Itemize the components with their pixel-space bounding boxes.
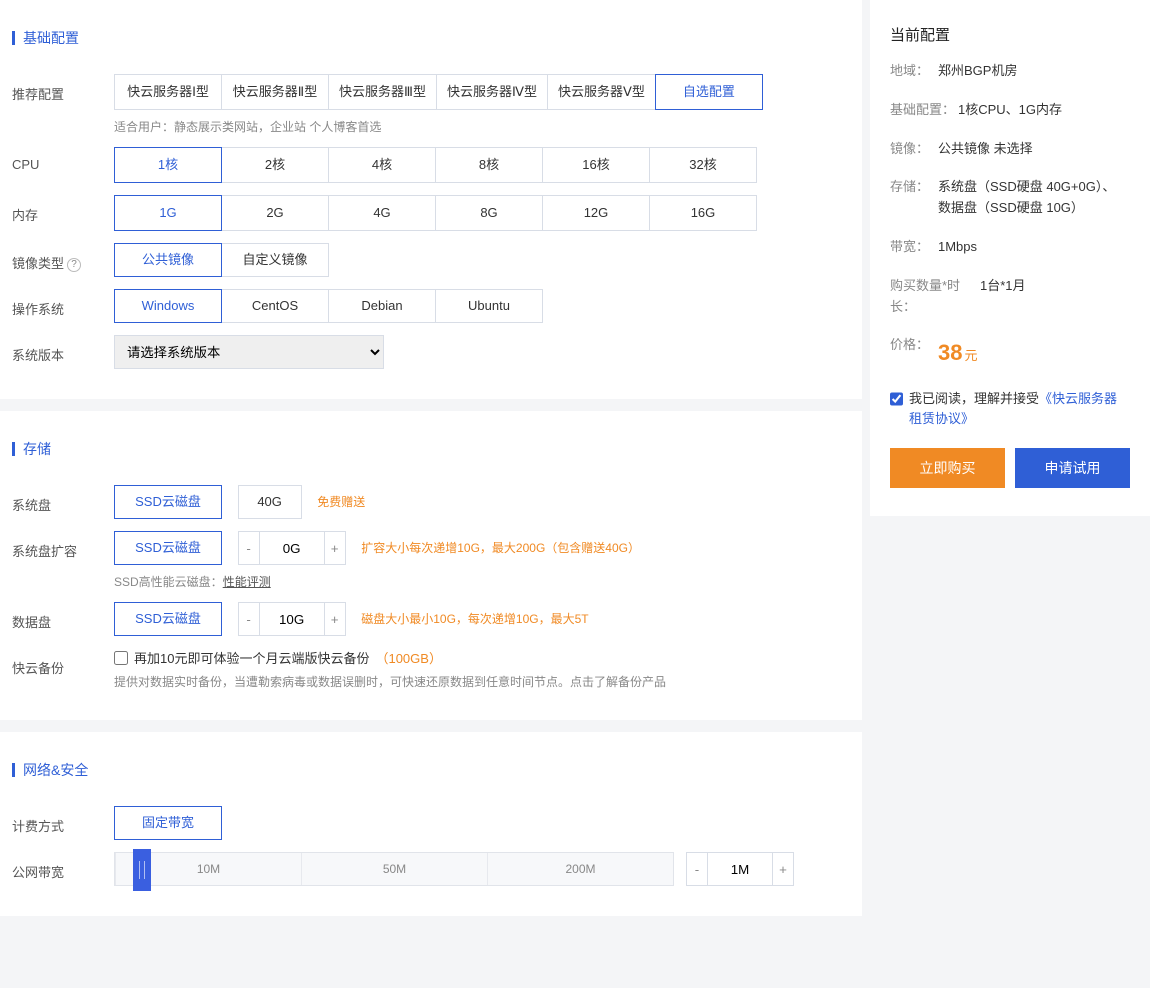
image-type-label: 镜像类型?	[12, 243, 114, 272]
cpu-32[interactable]: 32核	[649, 147, 757, 183]
summary-title: 当前配置	[890, 24, 1130, 45]
mem-options: 1G 2G 4G 8G 12G 16G	[114, 195, 850, 231]
sum-basic-v: 1核CPU、1G内存	[958, 100, 1130, 121]
sysdisk-label: 系统盘	[12, 485, 114, 514]
sum-bw-k: 带宽：	[890, 237, 938, 258]
recommended-label: 推荐配置	[12, 74, 114, 103]
recommended-opt-1[interactable]: 快云服务器Ⅰ型	[114, 74, 222, 110]
image-custom[interactable]: 自定义镜像	[221, 243, 329, 277]
image-type-options: 公共镜像 自定义镜像	[114, 243, 850, 277]
sum-price-k: 价格：	[890, 335, 938, 370]
help-icon[interactable]: ?	[67, 258, 81, 272]
mem-label: 内存	[12, 195, 114, 224]
sysdisk-note: 免费赠送	[317, 485, 365, 519]
os-centos[interactable]: CentOS	[221, 289, 329, 323]
os-options: Windows CentOS Debian Ubuntu	[114, 289, 850, 323]
recommended-hint: 适合用户：静态展示类网站，企业站 个人博客首选	[114, 118, 850, 135]
datadisk-plus[interactable]: +	[324, 602, 346, 636]
bw-minus[interactable]: -	[686, 852, 708, 886]
bw-slider[interactable]: 10M 50M 200M	[114, 852, 674, 886]
mem-16[interactable]: 16G	[649, 195, 757, 231]
recommended-opt-3[interactable]: 快云服务器Ⅲ型	[328, 74, 437, 110]
sysexp-plus[interactable]: +	[324, 531, 346, 565]
mem-1[interactable]: 1G	[114, 195, 222, 231]
sum-price: 38	[938, 340, 962, 365]
backup-tag: （100GB）	[375, 648, 441, 667]
os-label: 操作系统	[12, 289, 114, 318]
billing-label: 计费方式	[12, 806, 114, 835]
agree-prefix: 我已阅读，理解并接受	[909, 391, 1039, 406]
bw-slider-handle[interactable]	[133, 849, 151, 891]
os-windows[interactable]: Windows	[114, 289, 222, 323]
backup-link[interactable]: 点击了解备份产品	[570, 675, 666, 689]
datadisk-type[interactable]: SSD云磁盘	[114, 602, 222, 636]
sysexp-label: 系统盘扩容	[12, 531, 114, 560]
sum-bw-v: 1Mbps	[938, 237, 1130, 258]
bw-tick-200: 200M	[487, 853, 673, 885]
sum-storage-k: 存储：	[890, 177, 938, 219]
perf-link[interactable]: 性能评测	[223, 575, 271, 589]
sysexp-sub: SSD高性能云磁盘：性能评测	[114, 573, 850, 590]
datadisk-note: 磁盘大小最小10G，每次递增10G，最大5T	[361, 602, 588, 636]
cpu-1[interactable]: 1核	[114, 147, 222, 183]
sysexp-value[interactable]	[260, 531, 324, 565]
os-ubuntu[interactable]: Ubuntu	[435, 289, 543, 323]
sysver-select[interactable]: 请选择系统版本	[114, 335, 384, 369]
sum-image-v: 公共镜像 未选择	[938, 139, 1130, 160]
bw-value[interactable]	[708, 852, 772, 886]
section-network-title: 网络&安全	[0, 744, 862, 800]
datadisk-value[interactable]	[260, 602, 324, 636]
section-basic-title: 基础配置	[0, 12, 862, 68]
mem-2[interactable]: 2G	[221, 195, 329, 231]
sysdisk-size: 40G	[238, 485, 302, 519]
os-debian[interactable]: Debian	[328, 289, 436, 323]
sum-region-v: 郑州BGP机房	[938, 61, 1130, 82]
sum-storage-v: 系统盘（SSD硬盘 40G+0G）、 数据盘（SSD硬盘 10G）	[938, 177, 1130, 219]
sysver-label: 系统版本	[12, 335, 114, 364]
bw-tick-50: 50M	[301, 853, 487, 885]
datadisk-minus[interactable]: -	[238, 602, 260, 636]
sysexp-minus[interactable]: -	[238, 531, 260, 565]
sum-qty-k: 购买数量*时长：	[890, 276, 980, 318]
recommended-opt-4[interactable]: 快云服务器Ⅳ型	[436, 74, 548, 110]
sum-qty-v: 1台*1月	[980, 276, 1130, 318]
bw-label: 公网带宽	[12, 852, 114, 881]
sysdisk-type[interactable]: SSD云磁盘	[114, 485, 222, 519]
cpu-4[interactable]: 4核	[328, 147, 436, 183]
mem-4[interactable]: 4G	[328, 195, 436, 231]
sysexp-type[interactable]: SSD云磁盘	[114, 531, 222, 565]
try-button[interactable]: 申请试用	[1015, 448, 1130, 488]
backup-text: 再加10元即可体验一个月云端版快云备份	[134, 648, 369, 667]
recommended-opt-5[interactable]: 快云服务器Ⅴ型	[547, 74, 656, 110]
backup-label: 快云备份	[12, 648, 114, 677]
cpu-2[interactable]: 2核	[221, 147, 329, 183]
sysexp-note: 扩容大小每次递增10G，最大200G（包含赠送40G）	[361, 531, 640, 565]
bw-plus[interactable]: +	[772, 852, 794, 886]
image-public[interactable]: 公共镜像	[114, 243, 222, 277]
recommended-opt-custom[interactable]: 自选配置	[655, 74, 763, 110]
mem-8[interactable]: 8G	[435, 195, 543, 231]
buy-button[interactable]: 立即购买	[890, 448, 1005, 488]
recommended-opt-2[interactable]: 快云服务器Ⅱ型	[221, 74, 329, 110]
backup-desc: 提供对数据实时备份，当遭勒索病毒或数据误删时，可快速还原数据到任意时间节点。	[114, 675, 570, 689]
recommended-options: 快云服务器Ⅰ型 快云服务器Ⅱ型 快云服务器Ⅲ型 快云服务器Ⅳ型 快云服务器Ⅴ型 …	[114, 74, 850, 110]
backup-checkbox[interactable]	[114, 651, 128, 665]
sum-price-unit: 元	[964, 348, 977, 363]
agree-checkbox[interactable]	[890, 392, 903, 406]
sum-image-k: 镜像：	[890, 139, 938, 160]
sum-basic-k: 基础配置：	[890, 100, 958, 121]
billing-option[interactable]: 固定带宽	[114, 806, 222, 840]
sum-region-k: 地域：	[890, 61, 938, 82]
datadisk-label: 数据盘	[12, 602, 114, 631]
cpu-8[interactable]: 8核	[435, 147, 543, 183]
section-storage-title: 存储	[0, 423, 862, 479]
cpu-options: 1核 2核 4核 8核 16核 32核	[114, 147, 850, 183]
cpu-16[interactable]: 16核	[542, 147, 650, 183]
cpu-label: CPU	[12, 147, 114, 172]
mem-12[interactable]: 12G	[542, 195, 650, 231]
